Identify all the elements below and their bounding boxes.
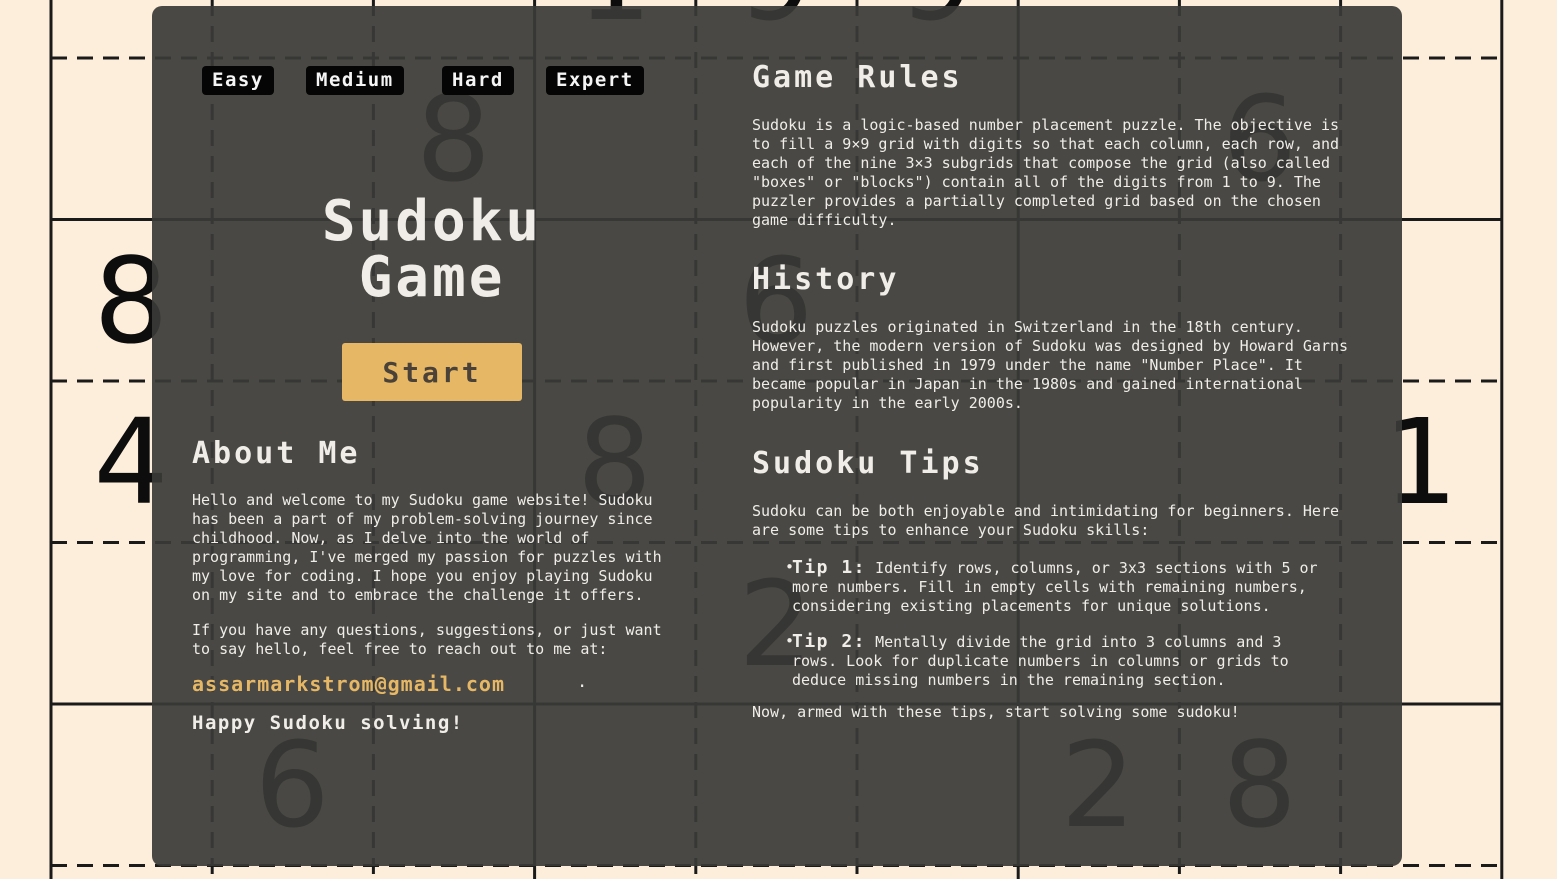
signoff-text: Happy Sudoku solving! xyxy=(192,712,464,734)
tip-label: Tip 2: xyxy=(792,631,867,652)
history-text: Sudoku puzzles originated in Switzerland… xyxy=(752,318,1349,412)
about-paragraph-1: Hello and welcome to my Sudoku game webs… xyxy=(192,491,662,604)
email-link[interactable]: assarmarkstrom@gmail.com xyxy=(192,672,505,696)
about-heading: About Me xyxy=(192,436,361,471)
page-title: Sudoku Game xyxy=(232,194,632,306)
tip-text: Mentally divide the grid into 3 columns … xyxy=(792,633,1289,689)
tips-heading: Sudoku Tips xyxy=(752,446,984,481)
title-line-1: Sudoku xyxy=(321,189,543,254)
tips-intro: Sudoku can be both enjoyable and intimid… xyxy=(752,502,1339,539)
difficulty-expert-button[interactable]: Expert xyxy=(546,66,644,95)
tip-item: • Tip 1: Identify rows, columns, or 3x3 s… xyxy=(752,558,1327,616)
difficulty-easy-button[interactable]: Easy xyxy=(202,66,274,95)
tip-item: • Tip 2: Mentally divide the grid into 3 … xyxy=(752,632,1327,690)
rules-heading: Game Rules xyxy=(752,60,963,95)
tip-text: Identify rows, columns, or 3x3 sections … xyxy=(792,559,1318,615)
start-button[interactable]: Start xyxy=(342,343,522,401)
tips-list: • Tip 1: Identify rows, columns, or 3x3 s… xyxy=(752,558,1327,706)
difficulty-hard-button[interactable]: Hard xyxy=(442,66,514,95)
title-line-2: Game xyxy=(358,245,506,310)
tips-outro: Now, armed with these tips, start solvin… xyxy=(752,703,1240,721)
difficulty-medium-button[interactable]: Medium xyxy=(306,66,404,95)
content-panel: Easy Medium Hard Expert Sudoku Game Star… xyxy=(152,6,1402,866)
about-paragraph-2: If you have any questions, suggestions, … xyxy=(192,621,662,658)
rules-text: Sudoku is a logic-based number placement… xyxy=(752,116,1339,229)
tip-label: Tip 1: xyxy=(792,557,867,578)
email-suffix: . xyxy=(577,672,588,692)
history-heading: History xyxy=(752,262,900,297)
bullet-icon: • xyxy=(785,632,795,650)
bullet-icon: • xyxy=(785,558,795,576)
